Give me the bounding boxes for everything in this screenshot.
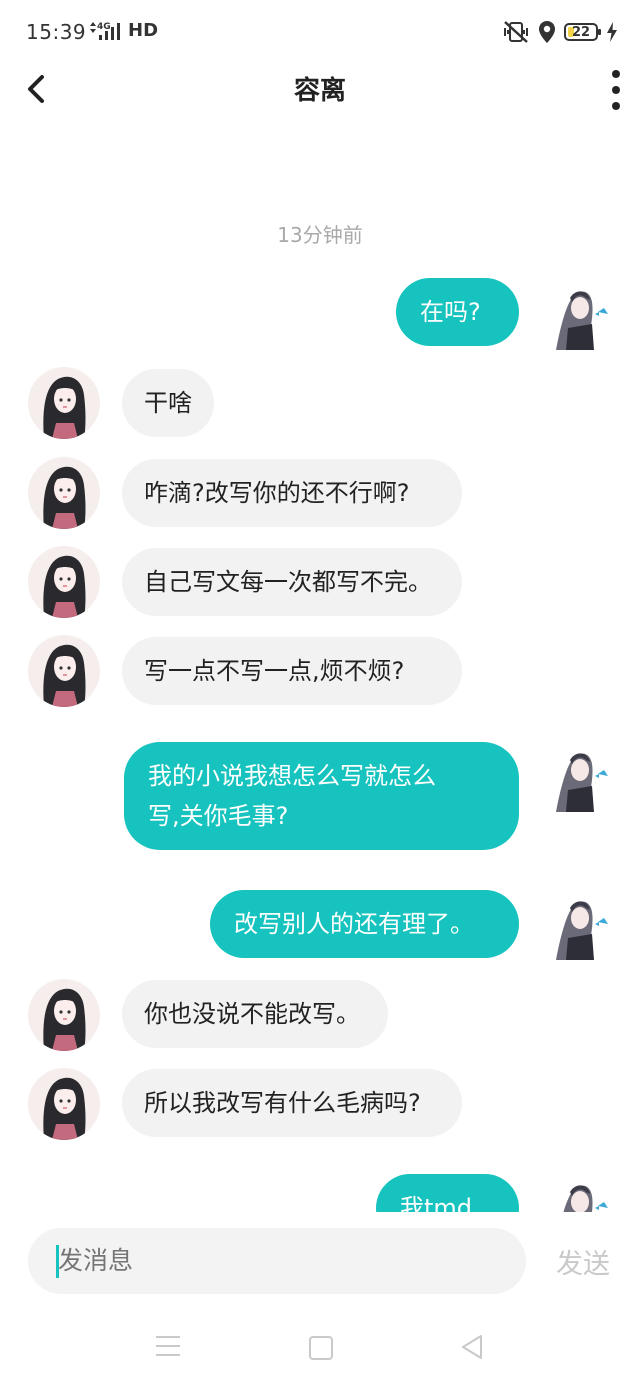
incoming-message-bubble[interactable]: 自己写文每一次都写不完。 bbox=[122, 548, 462, 616]
incoming-message-bubble[interactable]: 所以我改写有什么毛病吗? bbox=[122, 1069, 462, 1137]
incoming-message-bubble[interactable]: 干啥 bbox=[122, 369, 214, 437]
message-input[interactable] bbox=[58, 1228, 498, 1294]
contact-avatar[interactable] bbox=[28, 979, 100, 1051]
my-avatar[interactable] bbox=[546, 284, 618, 356]
system-navigation-bar bbox=[0, 1310, 640, 1387]
contact-avatar[interactable] bbox=[28, 457, 100, 529]
status-time: 15:39 bbox=[26, 20, 87, 44]
outgoing-message-bubble[interactable]: 我的小说我想怎么写就怎么 写,关你毛事? bbox=[124, 742, 519, 850]
message-list[interactable]: 13分钟前 在吗? 干啥 咋滴?改写你的还不行啊? 自己写文每一次都写不完。 写… bbox=[0, 114, 640, 1212]
contact-avatar-image bbox=[28, 1068, 100, 1140]
my-avatar-image bbox=[556, 291, 608, 350]
my-avatar-image bbox=[556, 901, 608, 960]
battery-level: 22 bbox=[571, 24, 591, 40]
vibrate-mute-icon bbox=[504, 21, 528, 43]
status-bar: 15:39 4G HD 22 bbox=[0, 0, 640, 64]
outgoing-message-bubble[interactable]: 我tmd bbox=[376, 1174, 519, 1212]
chat-title: 容离 bbox=[293, 76, 346, 106]
more-options-icon[interactable] bbox=[610, 70, 622, 110]
my-avatar[interactable] bbox=[546, 1178, 618, 1212]
chat-header: 容离 bbox=[0, 64, 640, 114]
message-timestamp: 13分钟前 bbox=[277, 223, 363, 247]
contact-avatar[interactable] bbox=[28, 1068, 100, 1140]
contact-avatar-image bbox=[28, 546, 100, 618]
back-triangle-icon[interactable] bbox=[460, 1334, 484, 1360]
my-avatar[interactable] bbox=[546, 746, 618, 818]
incoming-message-bubble[interactable]: 写一点不写一点,烦不烦? bbox=[122, 637, 462, 705]
contact-avatar[interactable] bbox=[28, 367, 100, 439]
contact-avatar-image bbox=[28, 367, 100, 439]
outgoing-message-bubble[interactable]: 改写别人的还有理了。 bbox=[210, 890, 519, 958]
home-icon[interactable] bbox=[309, 1336, 333, 1360]
contact-avatar-image bbox=[28, 457, 100, 529]
my-avatar-image bbox=[556, 753, 608, 812]
battery-icon: 22 bbox=[564, 23, 601, 41]
my-avatar-image bbox=[563, 1185, 608, 1212]
recent-apps-icon[interactable] bbox=[156, 1336, 180, 1356]
incoming-message-bubble[interactable]: 咋滴?改写你的还不行啊? bbox=[122, 459, 462, 527]
contact-avatar[interactable] bbox=[28, 635, 100, 707]
contact-avatar-image bbox=[28, 635, 100, 707]
hd-badge: HD bbox=[128, 20, 159, 41]
signal-icon: 4G bbox=[90, 22, 120, 40]
contact-avatar[interactable] bbox=[28, 546, 100, 618]
send-button[interactable]: 发送 bbox=[556, 1242, 610, 1281]
message-input-container[interactable] bbox=[28, 1228, 526, 1294]
charging-icon bbox=[607, 22, 617, 42]
my-avatar[interactable] bbox=[546, 894, 618, 966]
contact-avatar-image bbox=[28, 979, 100, 1051]
svg-text:4G: 4G bbox=[97, 22, 111, 32]
location-icon bbox=[539, 21, 555, 43]
outgoing-message-bubble[interactable]: 在吗? bbox=[396, 278, 519, 346]
incoming-message-bubble[interactable]: 你也没说不能改写。 bbox=[122, 980, 388, 1048]
